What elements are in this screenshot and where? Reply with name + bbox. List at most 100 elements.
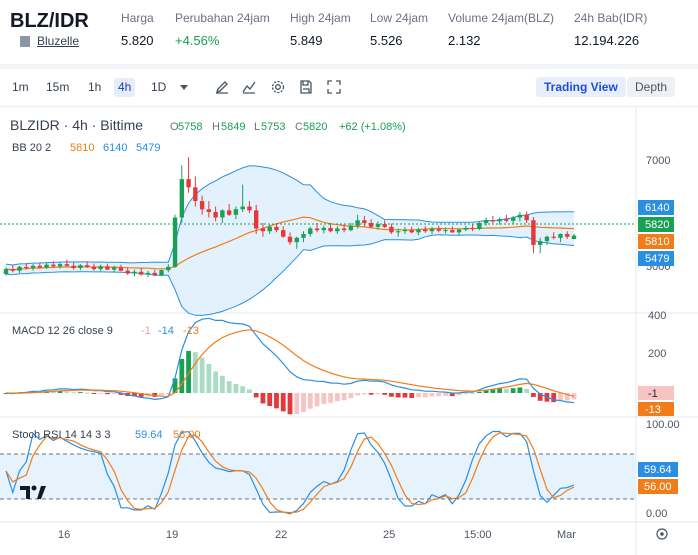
chart-toolbar: 1m 15m 1h 4h 1D Trading View Depth <box>0 69 698 105</box>
candle-body <box>450 230 455 233</box>
candle-body <box>558 233 563 238</box>
chart-title: BLZIDR · 4h · Bittime <box>10 117 143 133</box>
macd-bar <box>314 393 320 407</box>
bb-upper-value: 6140 <box>103 142 127 154</box>
candle-body <box>544 236 550 242</box>
macd-bar <box>64 391 70 393</box>
stoch-k-value: 59.64 <box>135 429 163 441</box>
timeframe-4h[interactable]: 4h <box>114 78 136 97</box>
macd-bar <box>497 388 503 393</box>
indicator-icon[interactable] <box>241 79 257 95</box>
stat-volume: Volume 24jam(BLZ) 2.132 <box>448 11 554 48</box>
close-value: 5820 <box>303 121 327 133</box>
macd-bar <box>382 393 388 395</box>
candle-body <box>301 233 306 238</box>
candle-body <box>436 229 441 231</box>
change-value: +62 (+1.08%) <box>339 121 406 133</box>
candle-body <box>91 266 97 270</box>
candle-body <box>233 209 239 215</box>
candle-body <box>44 264 49 268</box>
candle-body <box>510 217 516 221</box>
timeframe-1d[interactable]: 1D <box>147 78 170 97</box>
timeframe-1h[interactable]: 1h <box>84 78 105 97</box>
macd-legend: MACD 12 26 close 9 -1 -14 -13 <box>12 325 199 337</box>
time-tick: 25 <box>383 529 395 541</box>
candle-body <box>477 223 482 230</box>
macd-bar <box>111 393 117 395</box>
stat-value: 12.194.226 <box>574 33 640 48</box>
macd-tick: 400 <box>648 310 666 322</box>
candle-body <box>24 266 29 268</box>
settings-icon[interactable] <box>270 79 286 95</box>
candle-body <box>274 226 279 231</box>
candle-body <box>30 265 36 268</box>
macd-bar <box>551 393 557 403</box>
low-label: L <box>254 121 260 133</box>
macd-bar <box>402 393 408 398</box>
macd-bar <box>389 393 394 397</box>
macd-bar <box>558 393 563 401</box>
candle-body <box>321 227 327 231</box>
candle-body <box>37 265 43 268</box>
candle-body <box>537 241 543 245</box>
macd-bar <box>416 393 421 398</box>
save-icon[interactable] <box>298 79 314 95</box>
candle-body <box>551 236 556 238</box>
timeframe-1m[interactable]: 1m <box>8 78 33 97</box>
candle-body <box>226 210 232 215</box>
macd-bar <box>213 371 219 393</box>
candle-body <box>281 230 286 237</box>
macd-bar <box>98 393 104 394</box>
candle-body <box>260 228 266 232</box>
chart-svg[interactable]: BLZIDR · 4h · Bittime O 5758 H 5849 L 57… <box>0 108 698 555</box>
candle-body <box>395 231 401 233</box>
stoch-d-value: 56.00 <box>173 429 201 441</box>
macd-bar <box>524 388 530 393</box>
candle-body <box>213 212 218 218</box>
timeframe-15m[interactable]: 15m <box>42 78 73 97</box>
candle-body <box>335 228 340 232</box>
candle-body <box>287 236 293 243</box>
stoch-tag-k: 59.64 <box>644 464 672 476</box>
candle-body <box>382 224 387 227</box>
bb-lower-value: 5479 <box>136 142 160 154</box>
dropdown-caret-icon[interactable] <box>176 79 192 95</box>
stat-value: 5.849 <box>290 33 323 48</box>
trading-view-button[interactable]: Trading View <box>536 77 626 97</box>
draw-pen-icon[interactable] <box>214 79 230 95</box>
time-axis: 16 19 22 25 15:00 Mar <box>58 529 576 541</box>
exchange-link[interactable]: Bluzelle <box>20 34 79 48</box>
axis-settings-icon[interactable] <box>656 528 668 540</box>
macd-histogram <box>3 350 577 415</box>
macd-bar <box>307 393 313 409</box>
macd-tag-signal: -13 <box>645 404 661 416</box>
chart-area[interactable]: BLZIDR · 4h · Bittime O 5758 H 5849 L 57… <box>0 108 698 555</box>
candle-body <box>328 227 333 232</box>
tag-lower: 5479 <box>645 253 669 265</box>
stat-change: Perubahan 24jam +4.56% <box>175 11 270 48</box>
candle-body <box>159 270 164 276</box>
candle-body <box>145 272 151 275</box>
macd-bar <box>361 393 367 395</box>
stoch-label: Stoch RSI 14 14 3 3 <box>12 429 110 441</box>
stat-value: 2.132 <box>448 33 481 48</box>
candle-body <box>199 201 205 210</box>
candle-body <box>105 266 110 270</box>
candle-body <box>490 220 496 222</box>
stat-value: 5.526 <box>370 33 403 48</box>
macd-bar <box>429 393 435 397</box>
close-label: C <box>295 121 303 133</box>
candle-body <box>314 228 320 231</box>
time-tick: 22 <box>275 529 287 541</box>
macd-tag-hist: -1 <box>648 388 658 400</box>
macd-bar <box>260 393 266 404</box>
macd-bar <box>355 393 361 396</box>
candle-body <box>253 210 259 229</box>
candle-body <box>483 220 489 223</box>
candle-body <box>517 214 523 218</box>
macd-bar <box>192 352 198 393</box>
depth-button[interactable]: Depth <box>627 77 676 97</box>
candle-body <box>497 219 502 222</box>
fullscreen-icon[interactable] <box>326 79 342 95</box>
price-tags: 6140 5820 5810 5479 <box>638 200 674 266</box>
